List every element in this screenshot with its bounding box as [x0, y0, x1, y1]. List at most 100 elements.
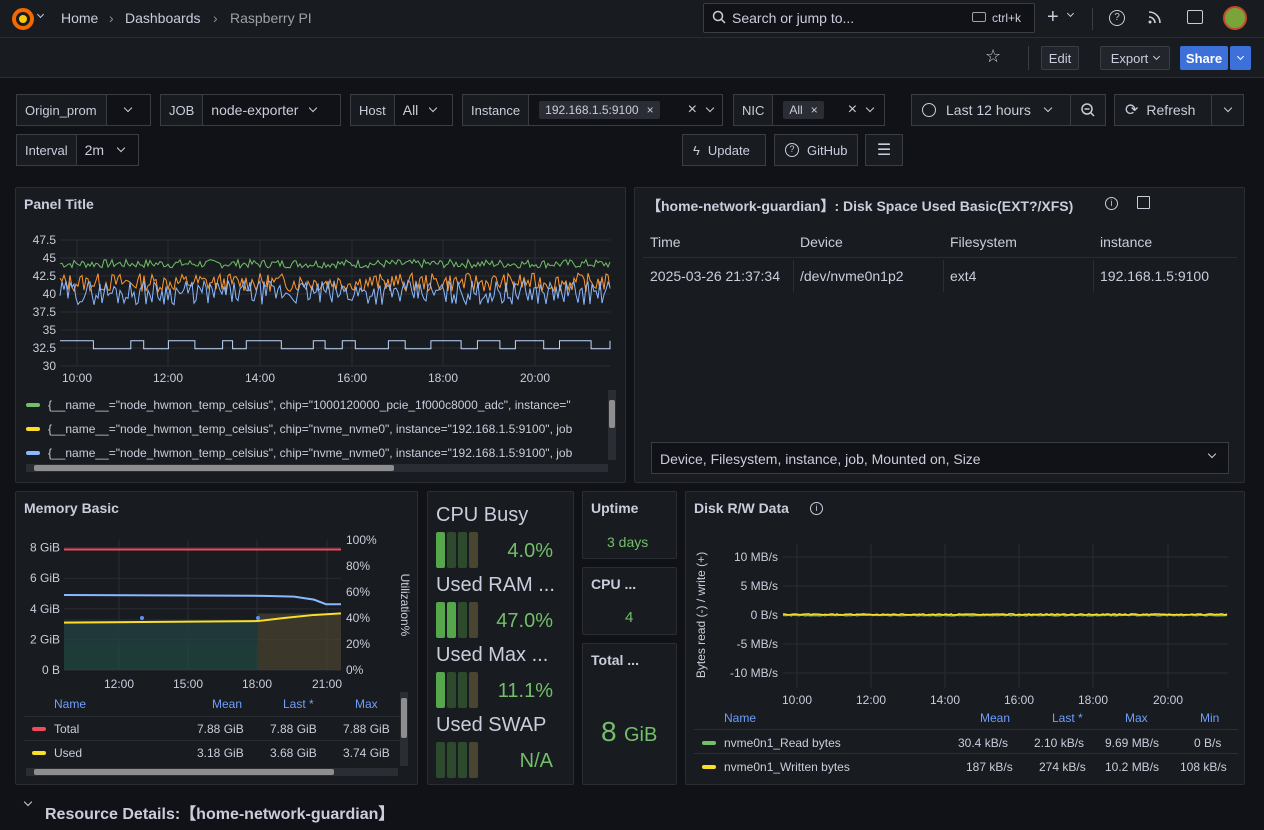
horizontal-scrollbar[interactable] [26, 464, 608, 472]
search-bar[interactable]: Search or jump to... ctrl+k [703, 3, 1035, 33]
chevron-down-icon [1043, 103, 1053, 113]
info-icon[interactable]: i [1105, 197, 1118, 210]
column-header-filesystem[interactable]: Filesystem [950, 234, 1017, 250]
chevron-down-icon [1236, 52, 1245, 60]
export-button[interactable]: Export [1100, 46, 1170, 70]
breadcrumb-separator-icon: › [213, 10, 218, 26]
rss-feed-icon[interactable] [1147, 9, 1163, 28]
gauge-bar [436, 672, 478, 708]
legend-header-last[interactable]: Last * [1052, 711, 1083, 725]
legend-list: {__name__="node_hwmon_temp_celsius", chi… [16, 394, 614, 468]
legend-header-name[interactable]: Name [54, 697, 86, 711]
grafana-logo-icon[interactable] [10, 6, 36, 32]
close-icon[interactable]: × [811, 103, 818, 117]
gauge-cell [458, 672, 467, 708]
top-bar: Home › Dashboards › Raspberry PI Search … [0, 0, 1264, 38]
github-link[interactable]: ? GitHub [774, 134, 858, 166]
chevron-down-icon [429, 103, 438, 113]
breadcrumb-dashboards[interactable]: Dashboards [125, 10, 201, 26]
legend-row[interactable]: nvme0n1_Written bytes 187 kB/s 274 kB/s … [694, 753, 1238, 777]
close-icon[interactable]: × [647, 103, 654, 117]
horizontal-scrollbar[interactable] [26, 768, 398, 776]
legend-item[interactable]: {__name__="node_hwmon_temp_celsius", chi… [26, 422, 572, 436]
interval-select[interactable]: Interval 2m [16, 134, 139, 166]
clear-icon[interactable]: × [848, 101, 857, 119]
dock-menu-icon[interactable] [1187, 10, 1203, 24]
legend-header-mean[interactable]: Mean [980, 711, 1010, 725]
gauge-cell [447, 532, 456, 568]
dashboard-toolbar: ☆ Edit Export Share [0, 38, 1264, 78]
share-dropdown-button[interactable] [1230, 46, 1251, 70]
column-header-time[interactable]: Time [650, 234, 681, 250]
datasource-select[interactable]: Origin_prom [16, 94, 151, 126]
legend-row[interactable]: nvme0n1_Read bytes 30.4 kB/s 2.10 kB/s 9… [694, 729, 1238, 753]
chevron-down-icon [1153, 52, 1161, 60]
refresh-interval-button[interactable] [1211, 94, 1244, 126]
divider [1028, 46, 1029, 70]
legend-name: Used [54, 746, 83, 760]
row-title[interactable]: Resource Details:【home-network-guardian】 [45, 800, 394, 824]
keyboard-icon [972, 12, 986, 22]
update-link[interactable]: ϟ Update [682, 134, 766, 166]
star-icon[interactable]: ☆ [985, 46, 1001, 67]
y-tick-label: 45 [43, 251, 57, 265]
breadcrumb-home[interactable]: Home [61, 10, 98, 26]
zoom-out-button[interactable] [1070, 94, 1106, 126]
legend-row[interactable]: Total 7.88 GiB 7.88 GiB 7.88 GiB [24, 716, 400, 740]
chevron-down-icon[interactable] [36, 10, 45, 19]
external-link-icon[interactable] [1137, 196, 1150, 209]
links-menu-button[interactable]: ☰ [865, 134, 903, 166]
instance-select[interactable]: Instance 192.168.1.5:9100 × × [462, 94, 723, 126]
host-select[interactable]: Host All [350, 94, 453, 126]
chevron-down-icon [309, 103, 318, 113]
legend-header-last[interactable]: Last * [283, 697, 314, 711]
datasource-label: Origin_prom [17, 95, 107, 125]
edit-button[interactable]: Edit [1041, 46, 1079, 70]
legend-header-name[interactable]: Name [724, 711, 756, 725]
column-header-instance[interactable]: instance [1100, 234, 1152, 250]
avatar[interactable] [1223, 6, 1247, 30]
footer-select[interactable]: Device, Filesystem, instance, job, Mount… [651, 442, 1229, 474]
legend-item[interactable]: {__name__="node_hwmon_temp_celsius", chi… [26, 398, 571, 412]
y-tick-label: 6 GiB [30, 571, 60, 585]
gauge-label: Used Max ... [436, 644, 549, 666]
legend-max: 3.74 GiB [343, 746, 390, 760]
gauge-value: N/A [519, 750, 553, 772]
legend-header-mean[interactable]: Mean [212, 697, 242, 711]
series-swatch [26, 427, 40, 431]
clear-icon[interactable]: × [688, 101, 697, 119]
share-button[interactable]: Share [1180, 46, 1228, 70]
legend-header-max[interactable]: Max [355, 697, 378, 711]
time-range-picker[interactable]: Last 12 hours [911, 94, 1071, 126]
vertical-scrollbar[interactable] [608, 390, 616, 460]
plus-icon[interactable]: + [1047, 6, 1059, 29]
time-range-label: Last 12 hours [946, 102, 1031, 118]
total-ram-unit: GiB [624, 724, 658, 746]
legend-text: {__name__="node_hwmon_temp_celsius", chi… [48, 446, 573, 460]
y-tick-label: 37.5 [33, 305, 57, 319]
refresh-button[interactable]: ⟳ Refresh [1114, 94, 1212, 126]
legend-header-min[interactable]: Min [1200, 711, 1219, 725]
memory-legend-table: Name Mean Last * Max Total 7.88 GiB 7.88… [16, 692, 406, 764]
column-header-device[interactable]: Device [800, 234, 843, 250]
nic-select[interactable]: NIC All × × [733, 94, 885, 126]
job-select[interactable]: JOB node-exporter [160, 94, 341, 126]
chevron-down-icon[interactable] [23, 797, 33, 807]
gauge-cell [436, 672, 445, 708]
legend-last: 3.68 GiB [270, 746, 317, 760]
panel-title: Total ... [591, 652, 639, 668]
y-tick-label: 32.5 [33, 341, 57, 355]
nic-chip[interactable]: All × [783, 101, 824, 119]
y-tick-label: 35 [43, 323, 57, 337]
legend-item[interactable]: {__name__="node_hwmon_temp_celsius", chi… [26, 446, 572, 460]
refresh-icon: ⟳ [1125, 102, 1139, 119]
total-ram-value: 8 [601, 716, 617, 747]
instance-chip[interactable]: 192.168.1.5:9100 × [539, 101, 660, 119]
help-icon[interactable]: ? [1109, 10, 1125, 26]
vertical-scrollbar[interactable] [400, 692, 408, 766]
x-tick-label: 18:00 [428, 371, 458, 385]
legend-row[interactable]: Used 3.18 GiB 3.68 GiB 3.74 GiB [24, 740, 400, 764]
host-label: Host [351, 95, 395, 125]
legend-header-max[interactable]: Max [1125, 711, 1148, 725]
chevron-down-icon[interactable] [1066, 9, 1075, 18]
